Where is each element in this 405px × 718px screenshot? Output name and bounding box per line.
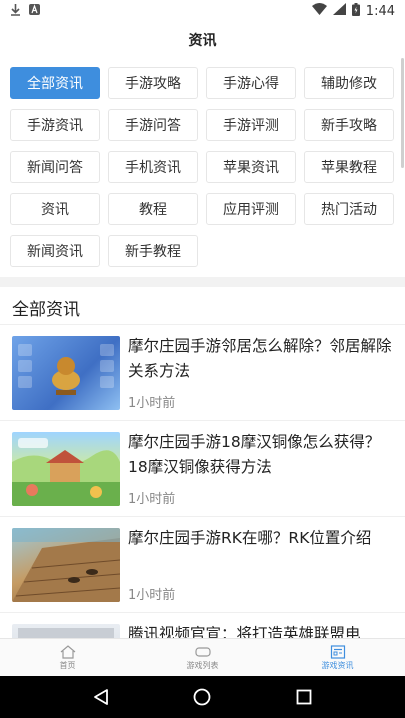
battery-icon bbox=[351, 2, 360, 20]
news-item[interactable]: 摩尔庄园手游RK在哪？RK位置介绍 1小时前 bbox=[0, 517, 405, 613]
page-title: 资讯 bbox=[0, 22, 405, 58]
tag-beginner-tutorials[interactable]: 新手教程 bbox=[108, 235, 198, 267]
news-time: 1小时前 bbox=[128, 492, 176, 507]
status-bar: 1:44 bbox=[0, 0, 405, 22]
wifi-icon bbox=[311, 3, 327, 19]
tag-beginner-guides[interactable]: 新手攻略 bbox=[304, 109, 394, 141]
home-icon bbox=[59, 644, 77, 659]
tag-game-reviews[interactable]: 手游评测 bbox=[206, 109, 296, 141]
news-thumbnail bbox=[12, 432, 120, 506]
news-item[interactable]: 腾讯视频官宣：将打造英雄联盟电 bbox=[0, 613, 405, 638]
news-icon bbox=[329, 644, 347, 659]
tag-phone-news[interactable]: 手机资讯 bbox=[108, 151, 198, 183]
recents-icon[interactable] bbox=[294, 687, 314, 707]
news-thumbnail bbox=[12, 528, 120, 602]
news-title: 摩尔庄园手游RK在哪？RK位置介绍 bbox=[128, 529, 372, 547]
news-title: 摩尔庄园手游18摩汉铜像怎么获得？18摩汉铜像获得方法 bbox=[128, 433, 381, 476]
news-item[interactable]: 摩尔庄园手游18摩汉铜像怎么获得？18摩汉铜像获得方法 1小时前 bbox=[0, 421, 405, 517]
bottom-tab-bar: 首页 游戏列表 游戏资讯 bbox=[0, 638, 405, 676]
tag-assist-mods[interactable]: 辅助修改 bbox=[304, 67, 394, 99]
tag-game-guides[interactable]: 手游攻略 bbox=[108, 67, 198, 99]
news-thumbnail bbox=[12, 336, 120, 410]
tab-home[interactable]: 首页 bbox=[0, 639, 135, 676]
tab-label: 游戏资讯 bbox=[321, 661, 354, 670]
tag-apple-tutorials[interactable]: 苹果教程 bbox=[304, 151, 394, 183]
news-thumbnail bbox=[12, 624, 120, 638]
tag-news[interactable]: 资讯 bbox=[10, 193, 100, 225]
signal-icon bbox=[332, 3, 346, 19]
status-time: 1:44 bbox=[365, 3, 395, 19]
news-time: 1小时前 bbox=[128, 396, 176, 411]
news-list: 摩尔庄园手游邻居怎么解除？邻居解除关系方法 1小时前 摩尔庄园手游18摩汉铜像怎… bbox=[0, 325, 405, 638]
tag-game-experience[interactable]: 手游心得 bbox=[206, 67, 296, 99]
app-a-icon bbox=[29, 4, 40, 18]
download-icon bbox=[10, 3, 21, 19]
news-item[interactable]: 摩尔庄园手游邻居怎么解除？邻居解除关系方法 1小时前 bbox=[0, 325, 405, 421]
news-title: 腾讯视频官宣：将打造英雄联盟电 bbox=[128, 625, 361, 638]
app-screen: 1:44 资讯 全部资讯 手游攻略 手游心得 辅助修改 手游资讯 手游问答 手游… bbox=[0, 0, 405, 718]
tag-news-qa[interactable]: 新闻问答 bbox=[10, 151, 100, 183]
game-controller-icon bbox=[194, 644, 212, 658]
news-title: 摩尔庄园手游邻居怎么解除？邻居解除关系方法 bbox=[128, 337, 392, 380]
tag-news-info[interactable]: 新闻资讯 bbox=[10, 235, 100, 267]
back-icon[interactable] bbox=[91, 687, 111, 707]
section-divider bbox=[0, 277, 405, 287]
news-time: 1小时前 bbox=[128, 588, 176, 603]
tag-all-news[interactable]: 全部资讯 bbox=[10, 67, 100, 99]
tag-app-reviews[interactable]: 应用评测 bbox=[206, 193, 296, 225]
tag-apple-news[interactable]: 苹果资讯 bbox=[206, 151, 296, 183]
category-tags: 全部资讯 手游攻略 手游心得 辅助修改 手游资讯 手游问答 手游评测 新手攻略 … bbox=[10, 67, 395, 267]
tab-label: 游戏列表 bbox=[186, 661, 219, 670]
section-title: 全部资讯 bbox=[12, 300, 80, 320]
tag-hot-events[interactable]: 热门活动 bbox=[304, 193, 394, 225]
tab-game-list[interactable]: 游戏列表 bbox=[135, 639, 270, 676]
tag-game-qa[interactable]: 手游问答 bbox=[108, 109, 198, 141]
system-nav-bar bbox=[0, 676, 405, 718]
tab-game-news[interactable]: 游戏资讯 bbox=[270, 639, 405, 676]
tag-tutorials[interactable]: 教程 bbox=[108, 193, 198, 225]
tab-label: 首页 bbox=[59, 661, 76, 670]
scrollbar[interactable] bbox=[401, 58, 404, 168]
tag-game-news[interactable]: 手游资讯 bbox=[10, 109, 100, 141]
home-circle-icon[interactable] bbox=[192, 687, 212, 707]
